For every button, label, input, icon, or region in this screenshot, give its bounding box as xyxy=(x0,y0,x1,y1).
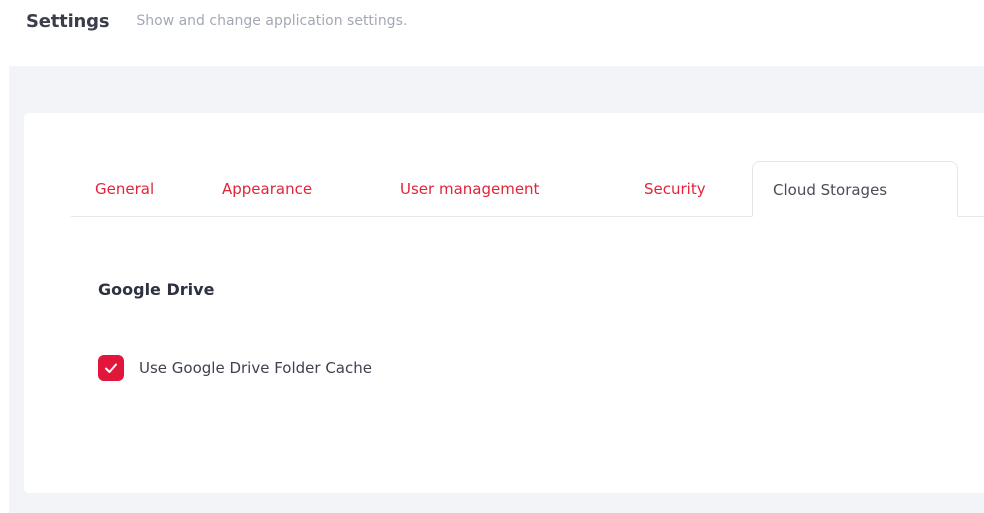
settings-page: Settings Show and change application set… xyxy=(0,0,984,513)
google-drive-cache-checkbox[interactable] xyxy=(98,355,124,381)
tab-appearance[interactable]: Appearance xyxy=(222,161,312,216)
settings-tabs: General Appearance User management Secur… xyxy=(71,161,984,217)
page-header: Settings Show and change application set… xyxy=(26,6,407,36)
settings-card: General Appearance User management Secur… xyxy=(24,113,984,493)
section-title-google-drive: Google Drive xyxy=(98,280,215,299)
tab-cloud-storages[interactable]: Cloud Storages xyxy=(752,161,958,217)
tab-general[interactable]: General xyxy=(95,161,154,216)
google-drive-cache-label: Use Google Drive Folder Cache xyxy=(139,359,372,377)
content-area: General Appearance User management Secur… xyxy=(9,66,984,513)
page-title: Settings xyxy=(26,10,110,32)
tab-user-management[interactable]: User management xyxy=(400,161,539,216)
tab-security[interactable]: Security xyxy=(644,161,706,216)
page-subtitle: Show and change application settings. xyxy=(136,13,408,29)
check-icon xyxy=(105,363,117,373)
google-drive-cache-option[interactable]: Use Google Drive Folder Cache xyxy=(98,355,372,381)
